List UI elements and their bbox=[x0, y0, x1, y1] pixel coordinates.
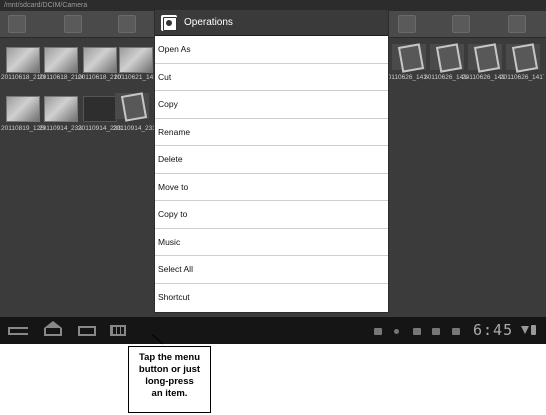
operations-dialog: Operations Open As Cut Copy Rename Delet… bbox=[154, 9, 389, 313]
notification-icon bbox=[413, 328, 421, 335]
menu-item-copy[interactable]: Copy bbox=[155, 91, 388, 119]
video-thumbnail[interactable] bbox=[392, 44, 426, 70]
menu-item-delete[interactable]: Delete bbox=[155, 146, 388, 174]
menu-item-copy-to[interactable]: Copy to bbox=[155, 201, 388, 229]
menu-icon[interactable] bbox=[110, 325, 126, 336]
system-bar: 6:45 bbox=[0, 317, 546, 344]
tablet-screen: /mnt/sdcard/DCIM/Camera 20110618_210617_… bbox=[0, 0, 546, 344]
menu-item-shortcut[interactable]: Shortcut bbox=[155, 284, 388, 312]
notification-icon bbox=[432, 328, 440, 335]
file-name: 20110626_141749.mp bbox=[500, 74, 544, 81]
video-thumbnail[interactable] bbox=[430, 44, 464, 70]
file-name: 20110618_210617.jpg bbox=[39, 74, 83, 81]
file-thumbnail[interactable] bbox=[83, 96, 117, 122]
menu-item-cut[interactable]: Cut bbox=[155, 64, 388, 91]
file-thumbnail[interactable] bbox=[6, 96, 40, 122]
file-name: 20110914_233853.mp bbox=[113, 125, 157, 132]
menu-item-select-all[interactable]: Select All bbox=[155, 256, 388, 284]
wifi-icon bbox=[521, 326, 529, 334]
toolbar-button[interactable] bbox=[64, 15, 82, 33]
callout-box: Tap the menu button or just long-press a… bbox=[128, 346, 211, 413]
menu-item-open-as[interactable]: Open As bbox=[155, 36, 388, 64]
back-icon[interactable] bbox=[8, 327, 28, 335]
file-name: 20110621_141558.jpg bbox=[114, 74, 158, 81]
callout-line-2: button or just bbox=[138, 364, 201, 375]
file-thumbnail[interactable] bbox=[44, 96, 78, 122]
file-name: 20110914_233102.jpg bbox=[39, 125, 83, 132]
usb-icon bbox=[374, 328, 382, 335]
file-thumbnail[interactable] bbox=[119, 47, 153, 73]
notification-icon bbox=[394, 329, 399, 334]
callout-line-3: long-press bbox=[145, 376, 194, 387]
video-thumbnail[interactable] bbox=[115, 93, 149, 119]
callout-line-1: Tap the menu bbox=[138, 352, 201, 363]
menu-item-music[interactable]: Music bbox=[155, 229, 388, 256]
dialog-header: Operations bbox=[155, 10, 388, 36]
dialog-title: Operations bbox=[184, 17, 233, 28]
operations-icon bbox=[161, 15, 177, 31]
toolbar-button[interactable] bbox=[452, 15, 470, 33]
home-icon[interactable] bbox=[44, 321, 62, 336]
toolbar-button[interactable] bbox=[398, 15, 416, 33]
file-name: 20110626_141443.mp bbox=[384, 74, 428, 81]
video-thumbnail[interactable] bbox=[506, 44, 540, 70]
video-thumbnail[interactable] bbox=[468, 44, 502, 70]
callout-line-4: an item. bbox=[151, 388, 188, 399]
toolbar-button[interactable] bbox=[118, 15, 136, 33]
status-clock[interactable]: 6:45 bbox=[473, 321, 513, 339]
battery-icon bbox=[531, 325, 536, 335]
file-thumbnail[interactable] bbox=[6, 47, 40, 73]
menu-item-move-to[interactable]: Move to bbox=[155, 174, 388, 201]
recent-apps-icon[interactable] bbox=[78, 326, 96, 336]
menu-item-rename[interactable]: Rename bbox=[155, 119, 388, 146]
toolbar-button[interactable] bbox=[8, 15, 26, 33]
file-thumbnail[interactable] bbox=[83, 47, 117, 73]
notification-icon bbox=[452, 328, 460, 335]
file-thumbnail[interactable] bbox=[44, 47, 78, 73]
toolbar-button[interactable] bbox=[508, 15, 526, 33]
